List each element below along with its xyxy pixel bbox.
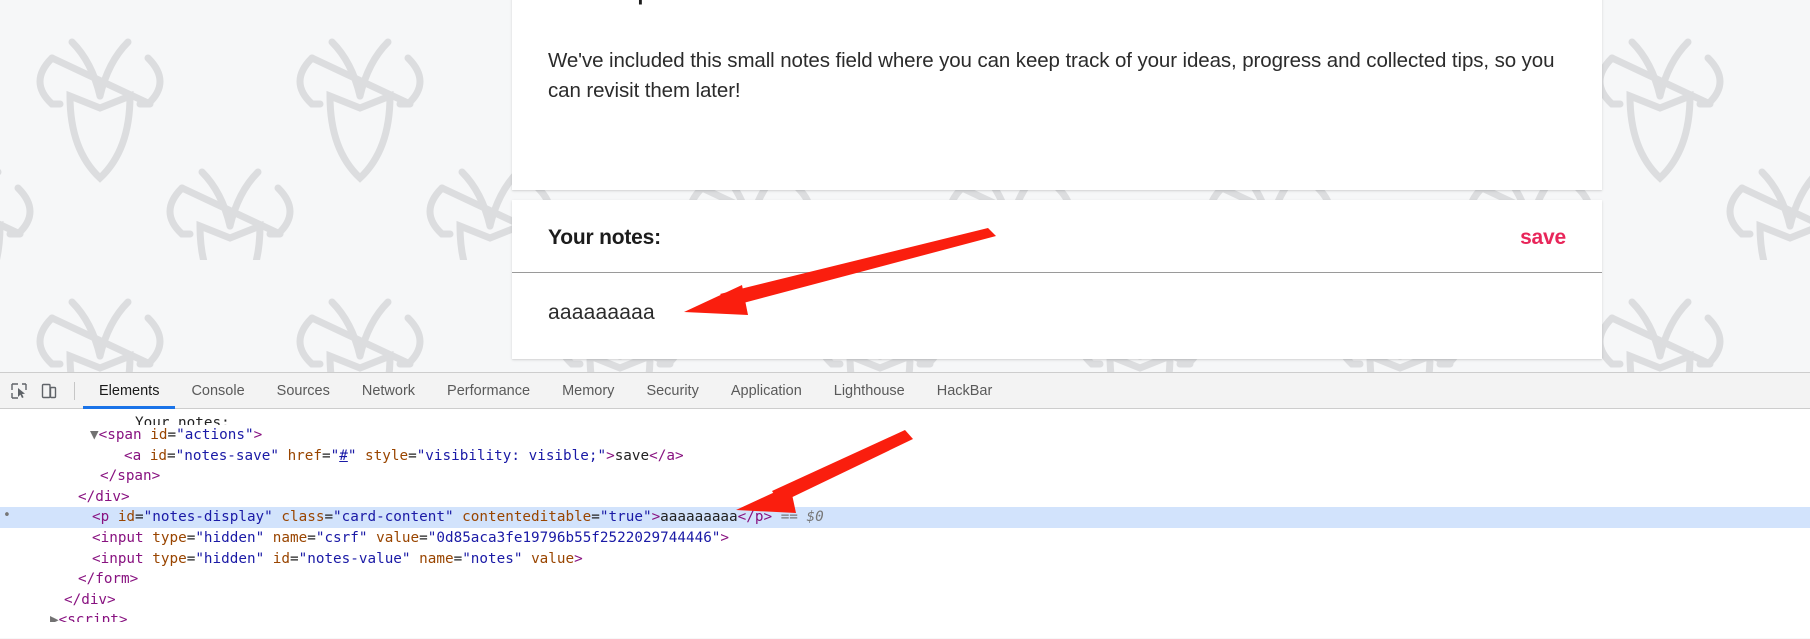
code-text-your-notes: Your notes: — [0, 415, 230, 425]
info-card: New: keep notes! We've included this sma… — [512, 0, 1602, 190]
code-href-hash[interactable]: # — [339, 448, 348, 464]
web-page-viewport: New: keep notes! We've included this sma… — [0, 0, 1810, 372]
notes-card-title: Your notes: — [548, 226, 661, 250]
code-attr-value: "hidden" — [195, 530, 264, 546]
code-text-node: save — [615, 448, 649, 464]
info-card-body: We've included this small notes field wh… — [548, 46, 1566, 106]
code-line-input-notes-value[interactable]: <input type="hidden" id="notes-value" na… — [0, 549, 1810, 570]
code-tag: <input — [0, 551, 144, 567]
code-attr-name: name — [273, 530, 307, 546]
tab-sources[interactable]: Sources — [261, 373, 346, 409]
code-attr-name: class — [281, 509, 324, 525]
tab-performance[interactable]: Performance — [431, 373, 546, 409]
code-attr-name: id — [150, 448, 167, 464]
tab-console[interactable]: Console — [175, 373, 260, 409]
code-attr-name: href — [288, 448, 322, 464]
code-attr-value: "csrf" — [316, 530, 368, 546]
code-attr-name: name — [419, 551, 453, 567]
code-tag: <p — [0, 509, 109, 525]
code-attr-value: "true" — [600, 509, 652, 525]
code-attr-value: "notes-value" — [299, 551, 411, 567]
code-attr-value: "0d85aca3fe19796b55f2522029744446" — [428, 530, 721, 546]
inspect-element-icon[interactable] — [4, 377, 34, 405]
elements-tree[interactable]: Your notes: ▼<span id="actions"> <a id="… — [0, 409, 1810, 638]
code-text-node: aaaaaaaaa — [660, 509, 737, 525]
selected-node-marker: == $0 — [781, 509, 824, 525]
code-attr-value: "notes-save" — [176, 448, 279, 464]
tab-lighthouse[interactable]: Lighthouse — [818, 373, 921, 409]
notes-save-link[interactable]: save — [1520, 226, 1566, 250]
devtools-panel: Elements Console Sources Network Perform… — [0, 372, 1810, 638]
code-attr-value: "actions" — [176, 427, 253, 443]
tab-application[interactable]: Application — [715, 373, 818, 409]
code-line-span-close[interactable]: </span> — [0, 466, 1810, 487]
code-line-anchor[interactable]: <a id="notes-save" href=""#"#" style="vi… — [0, 446, 1810, 467]
expand-triangle-icon[interactable]: ▶ — [0, 612, 59, 622]
expand-triangle-icon[interactable]: ▼ — [0, 427, 99, 443]
code-tag: <script> — [59, 612, 128, 622]
notes-display-field[interactable]: aaaaaaaaa — [512, 273, 1602, 359]
code-line-script-open[interactable]: ▶<script> — [0, 610, 1810, 622]
code-line-clipped: Your notes: — [0, 413, 1810, 425]
code-attr-name: id — [118, 509, 135, 525]
tab-memory[interactable]: Memory — [546, 373, 630, 409]
code-close-tag: </span> — [0, 468, 160, 484]
code-attr-name: value — [531, 551, 574, 567]
code-line-form-close[interactable]: </form> — [0, 569, 1810, 590]
code-attr-name: id — [273, 551, 290, 567]
device-toolbar-icon[interactable] — [34, 377, 64, 405]
tab-network[interactable]: Network — [346, 373, 431, 409]
code-attr-name: contenteditable — [462, 509, 591, 525]
code-tag: <span — [99, 427, 142, 443]
code-line-notes-display[interactable]: •<p id="notes-display" class="card-conte… — [0, 507, 1810, 528]
devtools-toolbar: Elements Console Sources Network Perform… — [0, 373, 1810, 409]
code-tag: <a — [0, 448, 141, 464]
code-attr-value: "visibility: visible;" — [417, 448, 606, 464]
code-close-tag: </div> — [0, 592, 116, 608]
breakpoint-dot-icon: • — [3, 506, 11, 527]
code-line-span-open[interactable]: ▼<span id="actions"> — [0, 425, 1810, 446]
code-attr-name: id — [150, 427, 167, 443]
devtools-tabs: Elements Console Sources Network Perform… — [83, 373, 1008, 409]
toolbar-divider — [74, 382, 75, 400]
code-attr-name: type — [152, 551, 186, 567]
tab-hackbar[interactable]: HackBar — [921, 373, 1009, 409]
code-attr-value: "hidden" — [195, 551, 264, 567]
info-card-title: New: keep notes! — [548, 0, 1566, 6]
notes-card: Your notes: save aaaaaaaaa — [512, 200, 1602, 359]
code-attr-name: value — [376, 530, 419, 546]
notes-card-header: Your notes: save — [512, 200, 1602, 273]
code-attr-name: type — [152, 530, 186, 546]
code-close-tag: </div> — [0, 489, 130, 505]
cards-container: New: keep notes! We've included this sma… — [512, 0, 1602, 359]
code-tag: <input — [0, 530, 144, 546]
code-line-div-close-2[interactable]: </div> — [0, 590, 1810, 611]
devtools-toolbar-icons — [0, 377, 83, 405]
code-attr-value: "card-content" — [333, 509, 454, 525]
code-attr-value: "notes" — [462, 551, 522, 567]
code-attr-value: "notes-display" — [144, 509, 273, 525]
code-line-div-close-1[interactable]: </div> — [0, 487, 1810, 508]
code-close-tag: </p> — [738, 509, 772, 525]
code-attr-name: style — [365, 448, 408, 464]
tab-elements[interactable]: Elements — [83, 373, 175, 409]
code-close-tag: </a> — [649, 448, 683, 464]
tab-security[interactable]: Security — [630, 373, 714, 409]
code-line-input-csrf[interactable]: <input type="hidden" name="csrf" value="… — [0, 528, 1810, 549]
code-close-tag: </form> — [0, 571, 138, 587]
